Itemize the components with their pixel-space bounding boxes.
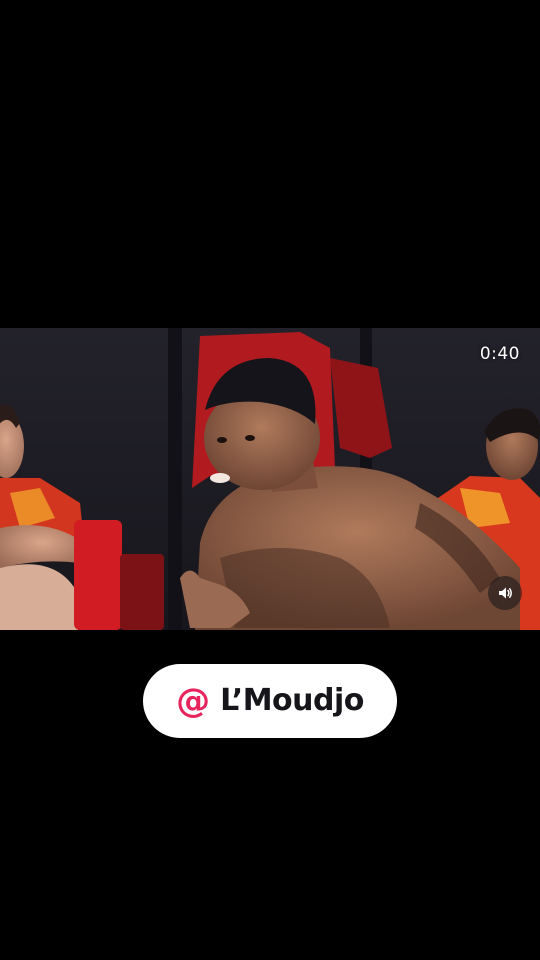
creator-handle-name: L’Moudjo	[220, 683, 364, 718]
video-frame	[0, 328, 540, 630]
video-player[interactable]: 0:40	[0, 328, 540, 630]
app-screen: 0:40 @ L’Moudjo	[0, 0, 540, 960]
volume-button[interactable]	[488, 576, 522, 610]
creator-handle-badge[interactable]: @ L’Moudjo	[143, 664, 397, 738]
at-icon: @	[176, 681, 211, 721]
video-timer: 0:40	[479, 344, 520, 364]
speaker-icon	[499, 587, 512, 599]
